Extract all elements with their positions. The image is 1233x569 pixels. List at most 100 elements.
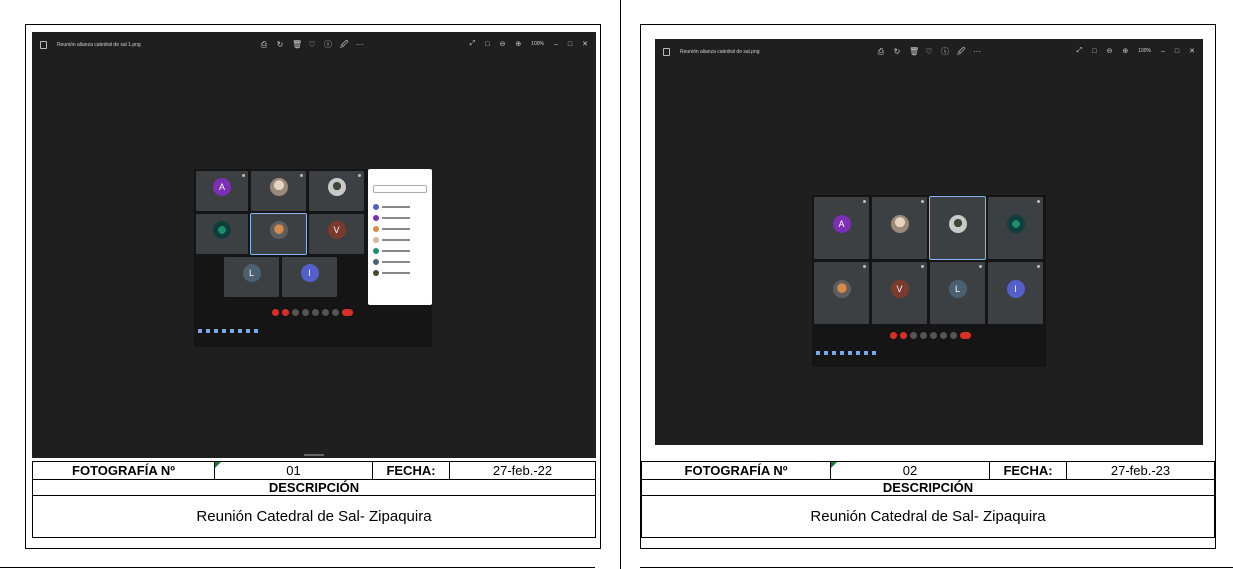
zoom-level: 100% (531, 41, 544, 47)
photo-number-cell: 01 (214, 461, 373, 480)
fit-icon: □ (485, 40, 490, 48)
avatar: A (832, 214, 851, 233)
photos-app-icon (40, 41, 47, 49)
rotate-icon: ↻ (276, 40, 284, 49)
avatar-photo (948, 214, 967, 233)
description-label: DESCRIPCIÓN (32, 479, 596, 496)
photo-info-table: FOTOGRAFÍA Nº 02 FECHA: 27-feb.-23 DESCR… (641, 461, 1215, 538)
photo-card-1: Reunión alianza catedral de sal 1.png ⎙ … (25, 24, 601, 549)
more-icon (242, 174, 245, 177)
scrollbar (304, 454, 324, 456)
participant-tile (872, 197, 927, 259)
participant-tile (196, 214, 248, 254)
description-text: Reunión Catedral de Sal- Zipaquira (641, 495, 1215, 538)
participant-tile-active (929, 196, 986, 260)
viewer-toolbar: ⎙ ↻ 🗑 ♡ ⓘ 🖉 ··· (260, 40, 364, 50)
more-icon (863, 265, 866, 268)
participant-tile: L (224, 257, 279, 297)
photo-number-label: FOTOGRAFÍA Nº (641, 461, 831, 480)
avatar-photo (213, 221, 231, 240)
description-label: DESCRIPCIÓN (641, 479, 1215, 496)
avatar-photo (832, 279, 851, 298)
info-icon: ⓘ (324, 40, 332, 49)
heart-icon: ♡ (308, 40, 316, 49)
bottom-rule-left (0, 567, 595, 568)
meeting-screenshot: A V L I (812, 195, 1046, 367)
taskbar (816, 351, 876, 355)
avatar: I (1006, 279, 1025, 298)
delete-icon: 🗑 (292, 40, 303, 49)
description-text: Reunión Catedral de Sal- Zipaquira (32, 495, 596, 538)
avatar-photo (269, 178, 288, 197)
avatar-photo (890, 214, 909, 233)
participant-tile (251, 171, 306, 211)
more-icon (358, 174, 361, 177)
participant-tile: V (309, 214, 364, 254)
photo-card-2: Reunión alianza catedral de sal.png ⎙ ↻ … (640, 24, 1216, 549)
maximize-icon: □ (1174, 47, 1180, 55)
minimize-icon: – (553, 40, 558, 48)
participant-tile (309, 171, 364, 211)
meeting-screenshot: A V L I (194, 169, 432, 347)
participant-row (373, 203, 427, 212)
date-label: FECHA: (372, 461, 450, 480)
date-value: 27-feb.-23 (1066, 461, 1215, 480)
zoom-out-icon: ⊖ (499, 41, 506, 48)
avatar: L (948, 279, 967, 298)
heart-icon: ♡ (925, 47, 933, 56)
participant-row (373, 258, 427, 267)
draw-icon: 🖉 (340, 40, 349, 49)
zoom-out-icon: ⊖ (1106, 48, 1113, 55)
viewer-filename: Reunión alianza catedral de sal 1.png (57, 42, 141, 48)
zoom-level: 100% (1138, 48, 1151, 54)
viewer-window-controls: ⤢ □ ⊖ ⊕ 100% – □ ✕ (1077, 47, 1195, 55)
viewer-filename: Reunión alianza catedral de sal.png (680, 49, 760, 55)
fit-icon: □ (1092, 47, 1097, 55)
screenshot-photo-1: Reunión alianza catedral de sal 1.png ⎙ … (32, 32, 596, 458)
people-panel (368, 169, 432, 305)
participant-row (373, 269, 427, 278)
participant-row (373, 225, 427, 234)
photo-info-table: FOTOGRAFÍA Nº 01 FECHA: 27-feb.-22 DESCR… (32, 461, 596, 538)
participant-tile (988, 197, 1043, 259)
avatar: A (213, 178, 231, 197)
avatar-photo (327, 178, 346, 197)
participant-row (373, 236, 427, 245)
screenshot-photo-2: Reunión alianza catedral de sal.png ⎙ ↻ … (655, 39, 1203, 445)
delete-icon: 🗑 (909, 47, 920, 56)
avatar: L (242, 264, 261, 283)
photo-number: 02 (902, 463, 918, 478)
participant-tile-active (250, 213, 307, 255)
close-icon: ✕ (1189, 48, 1195, 55)
viewer-toolbar: ⎙ ↻ 🗑 ♡ ⓘ 🖉 ··· (877, 47, 981, 57)
photo-number-label: FOTOGRAFÍA Nº (32, 461, 215, 480)
more-icon: ··· (356, 40, 364, 49)
close-icon: ✕ (582, 41, 588, 48)
more-icon (300, 174, 303, 177)
avatar: V (890, 279, 909, 298)
info-icon: ⓘ (941, 47, 949, 56)
more-icon (921, 265, 924, 268)
more-icon (1037, 200, 1040, 203)
meeting-controls (272, 309, 353, 316)
participant-row (373, 214, 427, 223)
photo-number-cell: 02 (830, 461, 990, 480)
search-participants-field (373, 185, 427, 193)
avatar: V (327, 221, 346, 240)
participant-tile: A (814, 197, 869, 259)
draw-icon: 🖉 (957, 47, 966, 56)
expand-icon: ⤢ (469, 40, 476, 47)
zoom-in-icon: ⊕ (515, 41, 522, 48)
participant-tile: A (196, 171, 248, 211)
page-divider (620, 0, 621, 569)
edit-icon: ⎙ (877, 47, 885, 56)
meeting-controls (890, 332, 971, 339)
expand-icon: ⤢ (1076, 47, 1083, 54)
maximize-icon: □ (567, 40, 573, 48)
avatar-photo (1006, 214, 1025, 233)
avatar-photo (269, 221, 288, 240)
date-value: 27-feb.-22 (449, 461, 596, 480)
participant-row (373, 247, 427, 256)
minimize-icon: – (1160, 47, 1165, 55)
taskbar (198, 329, 258, 333)
